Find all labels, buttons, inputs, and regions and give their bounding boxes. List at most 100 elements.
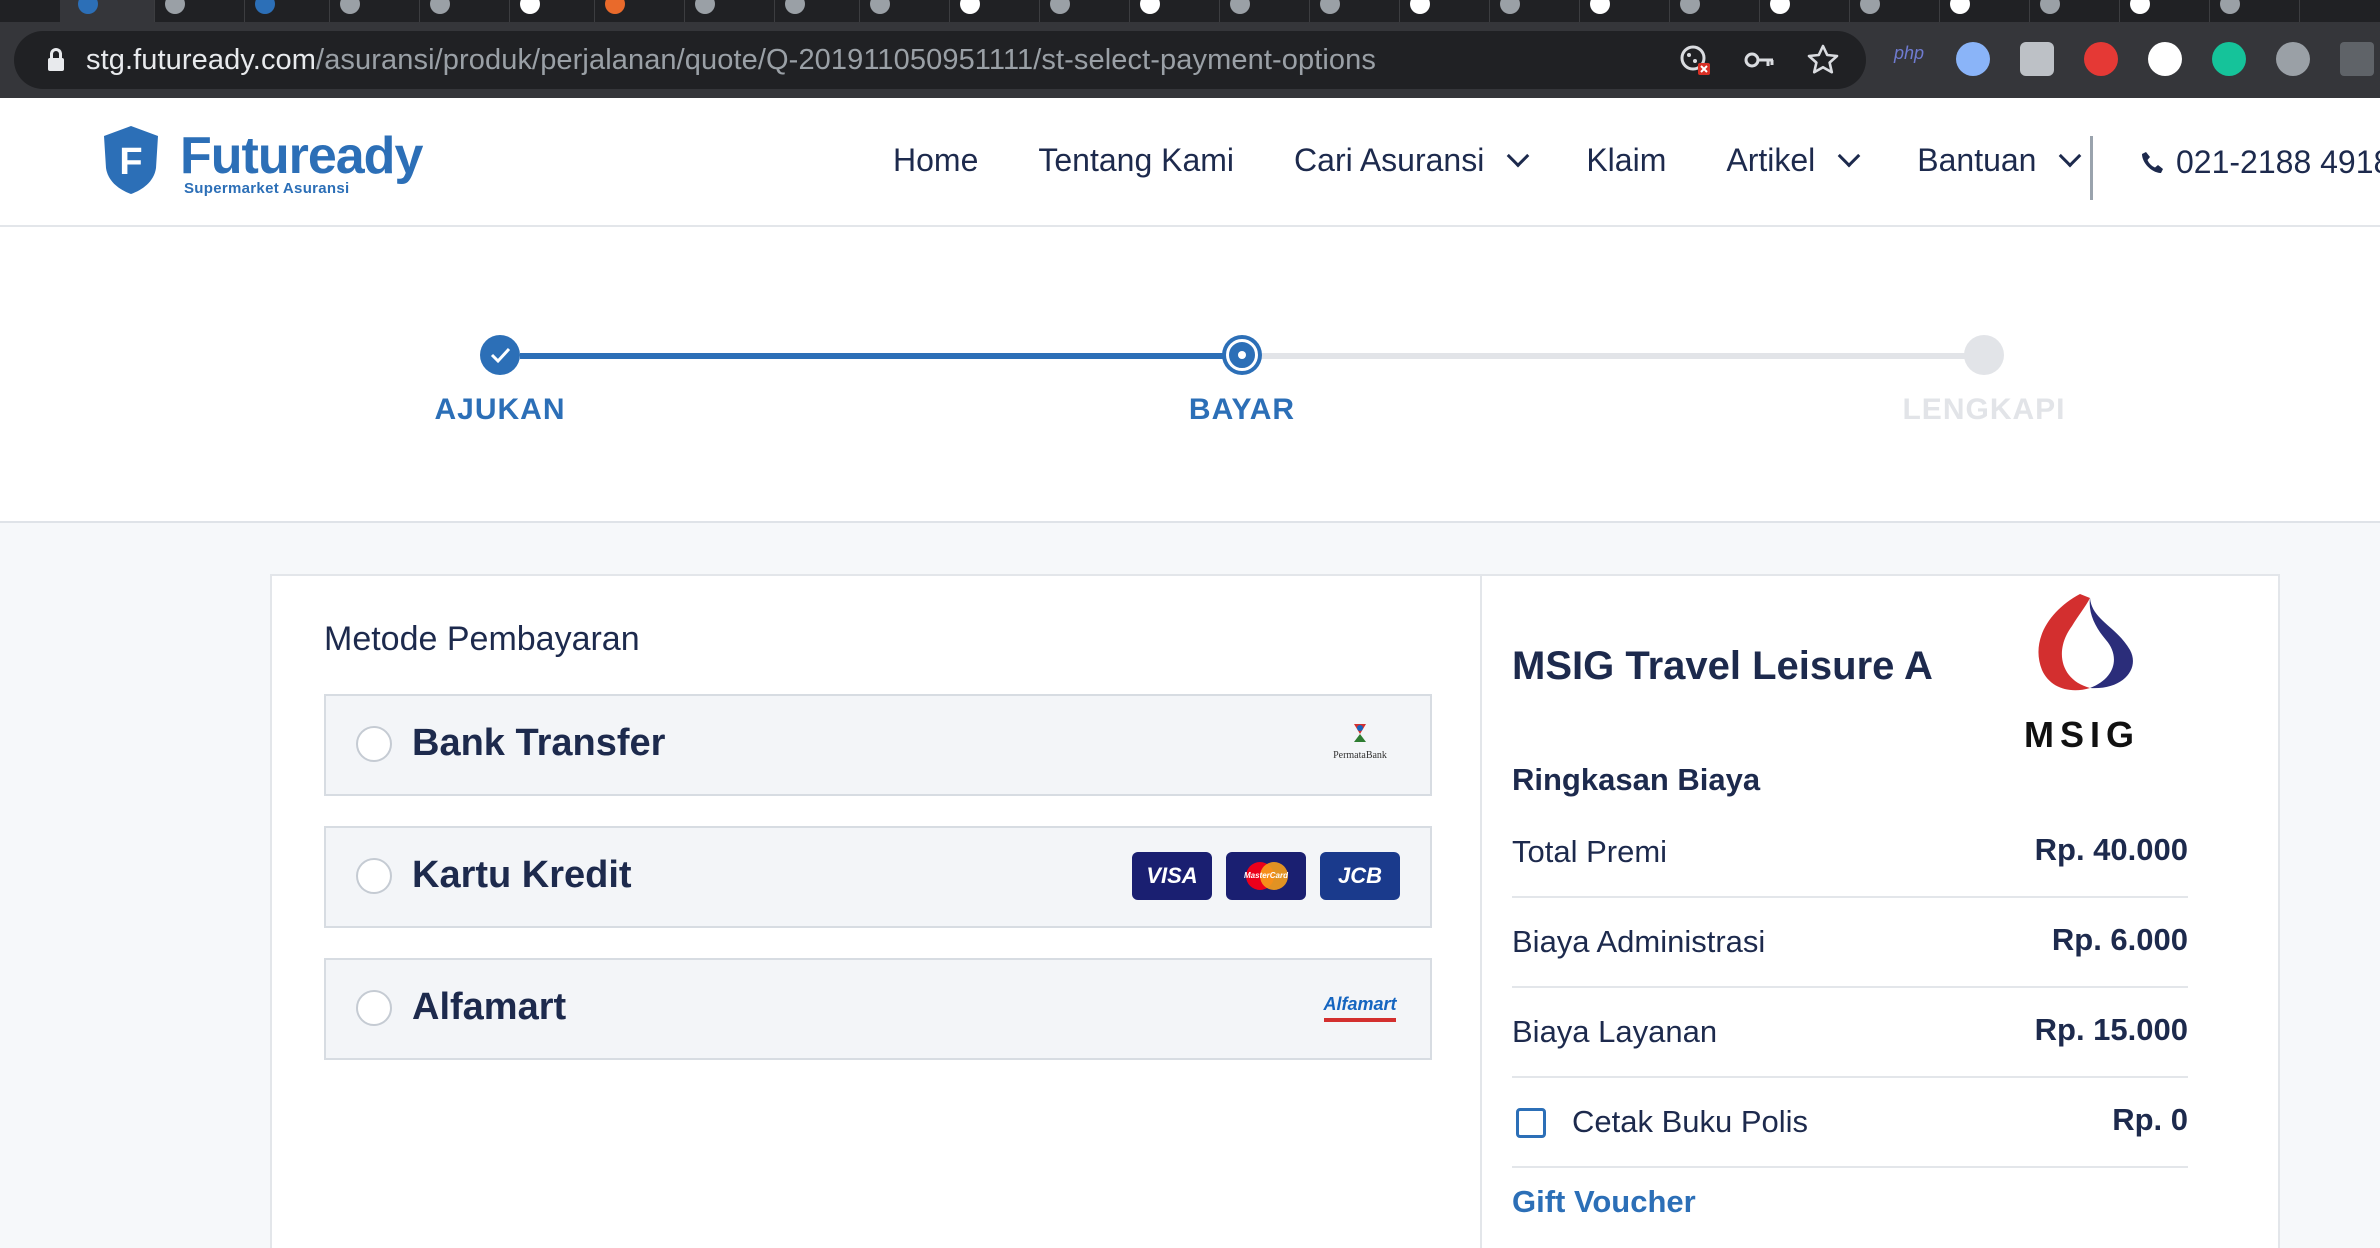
extension-icon[interactable] <box>2020 42 2054 76</box>
browser-tab[interactable] <box>1310 0 1400 22</box>
payment-option-label: Alfamart <box>412 986 567 1028</box>
permata-bank-logo: PermataBank <box>1320 720 1400 768</box>
browser-tab[interactable] <box>860 0 950 22</box>
browser-tab[interactable] <box>1130 0 1220 22</box>
browser-tab[interactable] <box>1850 0 1940 22</box>
tab-favicon-icon <box>1140 0 1160 14</box>
jcb-logo: JCB <box>1320 852 1400 900</box>
cost-row-print-policy: Cetak Buku Polis Rp. 0 <box>1512 1078 2188 1168</box>
payment-option-alfamart[interactable]: Alfamart Alfamart <box>324 958 1432 1060</box>
nav-about[interactable]: Tentang Kami <box>1038 142 1234 179</box>
extension-icon[interactable] <box>2084 42 2118 76</box>
browser-tab[interactable] <box>1490 0 1580 22</box>
payment-option-bank-transfer[interactable]: Bank Transfer PermataBank <box>324 694 1432 796</box>
url-host: stg.futuready.com <box>86 44 317 76</box>
download-extension-icon[interactable] <box>2340 42 2374 76</box>
tab-favicon-icon <box>1680 0 1700 14</box>
payment-methods-title: Metode Pembayaran <box>324 620 640 658</box>
futuready-shield-icon: F <box>104 126 158 194</box>
nav-divider <box>2090 136 2093 200</box>
gift-voucher-link[interactable]: Gift Voucher <box>1512 1184 1696 1220</box>
browser-tab[interactable] <box>1040 0 1130 22</box>
lock-icon[interactable] <box>48 48 64 72</box>
payment-option-label: Bank Transfer <box>412 722 666 764</box>
print-policy-checkbox[interactable] <box>1516 1108 1546 1138</box>
browser-tab[interactable] <box>595 0 685 22</box>
alfamart-logo-text: Alfamart <box>1323 994 1397 1014</box>
cost-row-value: Rp. 6.000 <box>2051 922 2188 957</box>
check-icon <box>490 347 511 364</box>
cost-row-value: Rp. 40.000 <box>2034 832 2188 867</box>
tab-favicon-icon <box>1500 0 1520 14</box>
payment-option-credit-card[interactable]: Kartu Kredit VISA MasterCard JCB <box>324 826 1432 928</box>
nav-article[interactable]: Artikel <box>1726 142 1861 179</box>
tab-favicon-icon <box>1950 0 1970 14</box>
browser-tab[interactable] <box>950 0 1040 22</box>
payment-methods-panel: Metode Pembayaran Bank Transfer PermataB… <box>272 576 1482 1248</box>
browser-tab[interactable] <box>155 0 245 22</box>
step-lengkapi-label: LENGKAPI <box>1902 393 2066 426</box>
browser-tab[interactable] <box>1760 0 1850 22</box>
extension-icon[interactable] <box>2148 42 2182 76</box>
payment-option-label: Kartu Kredit <box>412 854 632 896</box>
browser-tab[interactable] <box>775 0 860 22</box>
cost-row-value: Rp. 15.000 <box>2034 1012 2188 1047</box>
php-extension-icon[interactable]: php <box>1892 36 1926 70</box>
address-bar[interactable]: stg.futuready.com/asuransi/produk/perjal… <box>14 31 1866 89</box>
nav-claim[interactable]: Klaim <box>1586 142 1666 179</box>
bookmark-star-icon[interactable] <box>1806 43 1840 77</box>
nav-search-insurance[interactable]: Cari Asuransi <box>1294 142 1530 179</box>
browser-tab[interactable] <box>1670 0 1760 22</box>
msig-emblem-icon <box>2038 594 2133 691</box>
extension-icon[interactable] <box>1956 42 1990 76</box>
address-url[interactable]: stg.futuready.com/asuransi/produk/perjal… <box>86 44 1376 77</box>
extension-icon[interactable] <box>2276 42 2310 76</box>
chevron-down-icon <box>2059 144 2082 167</box>
nav-article-label: Artikel <box>1726 142 1816 178</box>
nav-home[interactable]: Home <box>893 142 978 179</box>
browser-tab[interactable] <box>420 0 510 22</box>
tab-favicon-icon <box>785 0 805 14</box>
grammarly-extension-icon[interactable] <box>2212 42 2246 76</box>
browser-tab[interactable] <box>2030 0 2120 22</box>
nav-home-label: Home <box>893 142 979 178</box>
product-name: MSIG Travel Leisure A <box>1512 644 1933 688</box>
key-icon[interactable] <box>1742 43 1776 77</box>
tab-favicon-icon <box>2130 0 2150 14</box>
browser-tab-strip <box>0 0 2380 22</box>
radio-alfamart[interactable] <box>356 990 392 1026</box>
browser-tab[interactable] <box>1580 0 1670 22</box>
alfamart-logo: Alfamart <box>1320 984 1400 1032</box>
tab-favicon-icon <box>520 0 540 14</box>
browser-tab[interactable] <box>245 0 330 22</box>
browser-tab-active[interactable] <box>60 0 155 22</box>
msig-wordmark: MSIG <box>2024 714 2141 755</box>
futuready-favicon-icon <box>78 0 98 14</box>
phone-link[interactable]: 021-2188 4918 <box>2140 144 2380 181</box>
browser-tab[interactable] <box>685 0 775 22</box>
browser-tab[interactable] <box>1940 0 2030 22</box>
cost-row-label: Biaya Administrasi <box>1512 924 1766 959</box>
permata-bank-logo-text: PermataBank <box>1333 750 1387 761</box>
browser-tab[interactable] <box>2210 0 2300 22</box>
nav-help[interactable]: Bantuan <box>1917 142 2082 179</box>
nav-claim-label: Klaim <box>1586 142 1667 178</box>
futuready-logo[interactable]: F Futuready Supermarket Asuransi <box>100 120 423 204</box>
tab-favicon-icon <box>165 0 185 14</box>
browser-tab[interactable] <box>1400 0 1490 22</box>
site-header: F Futuready Supermarket Asuransi Home Te… <box>0 98 2380 227</box>
browser-tab[interactable] <box>2120 0 2210 22</box>
tab-favicon-icon <box>695 0 715 14</box>
cookie-blocked-icon[interactable] <box>1678 43 1712 77</box>
cost-row-label: Cetak Buku Polis <box>1572 1104 1809 1139</box>
browser-tab[interactable] <box>510 0 595 22</box>
tab-favicon-icon <box>605 0 625 14</box>
browser-tab[interactable] <box>330 0 420 22</box>
radio-bank-transfer[interactable] <box>356 726 392 762</box>
tab-favicon-icon <box>870 0 890 14</box>
browser-tab[interactable] <box>1220 0 1310 22</box>
brand-tagline: Supermarket Asuransi <box>184 180 350 197</box>
tab-favicon-icon <box>1320 0 1340 14</box>
radio-credit-card[interactable] <box>356 858 392 894</box>
step-bayar-dot <box>1222 335 1262 375</box>
